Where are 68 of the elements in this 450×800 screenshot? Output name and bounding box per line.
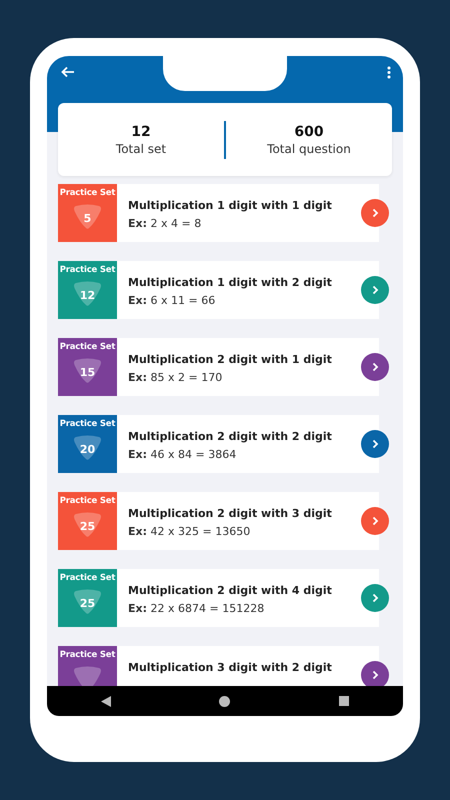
set-number: 5 <box>82 212 92 225</box>
set-title: Multiplication 2 digit with 4 digit <box>128 584 332 597</box>
shield-icon <box>73 358 102 384</box>
circle-home-icon <box>219 696 230 706</box>
stat-value: 600 <box>294 124 324 140</box>
practice-set-card[interactable]: Practice Set 15 Multiplication 2 digit with 1 digit Ex: 85 x 2 = 170 <box>58 338 379 396</box>
chevron-right-icon <box>372 208 378 218</box>
nav-home-button[interactable] <box>219 696 230 706</box>
square-recents-icon <box>338 696 349 706</box>
shield-icon <box>73 589 102 615</box>
open-set-button[interactable] <box>361 584 389 612</box>
set-number: 15 <box>78 366 96 379</box>
chevron-right-icon <box>372 516 378 526</box>
chevron-right-icon <box>372 593 378 603</box>
tile-label: Practice Set <box>60 650 116 660</box>
practice-set-card[interactable]: Practice Set 25 Multiplication 2 digit with 3 digit Ex: 42 x 325 = 13650 <box>58 492 379 550</box>
chevron-right-icon <box>372 439 378 449</box>
set-number: 25 <box>78 597 96 610</box>
chevron-right-icon <box>372 285 378 295</box>
set-example: Ex: 42 x 325 = 13650 <box>128 525 252 538</box>
nav-back-button[interactable] <box>101 696 112 706</box>
shield-icon <box>73 666 102 686</box>
tile-label: Practice Set <box>60 496 116 506</box>
open-set-button[interactable] <box>361 430 389 458</box>
tile-label: Practice Set <box>60 573 116 583</box>
nav-recents-button[interactable] <box>338 696 349 706</box>
practice-set-card[interactable]: Practice Set Multiplication 3 digit with 2 digit <box>58 646 379 686</box>
shield-icon <box>73 204 102 230</box>
practice-set-card[interactable]: Practice Set 12 Multiplication 1 digit with 2 digit Ex: 6 x 11 = 66 <box>58 261 379 319</box>
open-set-button[interactable] <box>361 353 389 381</box>
set-example: Ex: 6 x 11 = 66 <box>128 294 216 307</box>
set-example: Ex: 46 x 84 = 3864 <box>128 448 238 461</box>
set-title: Multiplication 2 digit with 1 digit <box>128 353 332 366</box>
tile-label: Practice Set <box>60 265 116 275</box>
triangle-back-icon <box>101 696 112 706</box>
shield-icon <box>73 435 102 461</box>
set-example: Ex: 2 x 4 = 8 <box>128 217 202 230</box>
chevron-right-icon <box>372 670 378 680</box>
open-set-button[interactable] <box>361 199 389 227</box>
set-title: Multiplication 1 digit with 1 digit <box>128 199 332 212</box>
chevron-right-icon <box>372 362 378 372</box>
tile-label: Practice Set <box>60 188 116 198</box>
set-number: 12 <box>78 289 96 302</box>
set-example: Ex: 85 x 2 = 170 <box>128 371 224 384</box>
open-set-button[interactable] <box>361 507 389 535</box>
back-button[interactable] <box>61 66 75 78</box>
practice-set-card[interactable]: Practice Set 25 Multiplication 2 digit with 4 digit Ex: 22 x 6874 = 151228 <box>58 569 379 627</box>
set-title: Multiplication 2 digit with 3 digit <box>128 507 332 520</box>
more-icon <box>387 66 391 79</box>
open-set-button[interactable] <box>361 276 389 304</box>
shield-icon <box>73 281 102 307</box>
more-menu-button[interactable] <box>387 66 391 79</box>
set-title: Multiplication 3 digit with 2 digit <box>128 661 332 674</box>
stat-value: 12 <box>131 124 151 140</box>
open-set-button[interactable] <box>361 661 389 686</box>
back-arrow-icon <box>61 66 75 78</box>
shield-icon <box>73 512 102 538</box>
set-number: 25 <box>78 520 96 533</box>
tile-label: Practice Set <box>60 419 116 429</box>
stat-label: Total set <box>116 142 166 156</box>
set-number: 20 <box>78 443 96 456</box>
set-title: Multiplication 1 digit with 2 digit <box>128 276 332 289</box>
stat-label: Total question <box>267 142 351 156</box>
tile-label: Practice Set <box>60 342 116 352</box>
practice-set-card[interactable]: Practice Set 20 Multiplication 2 digit with 2 digit Ex: 46 x 84 = 3864 <box>58 415 379 473</box>
practice-set-card[interactable]: Practice Set 5 Multiplication 1 digit with 1 digit Ex: 2 x 4 = 8 <box>58 184 379 242</box>
set-example: Ex: 22 x 6874 = 151228 <box>128 602 266 615</box>
set-title: Multiplication 2 digit with 2 digit <box>128 430 332 443</box>
